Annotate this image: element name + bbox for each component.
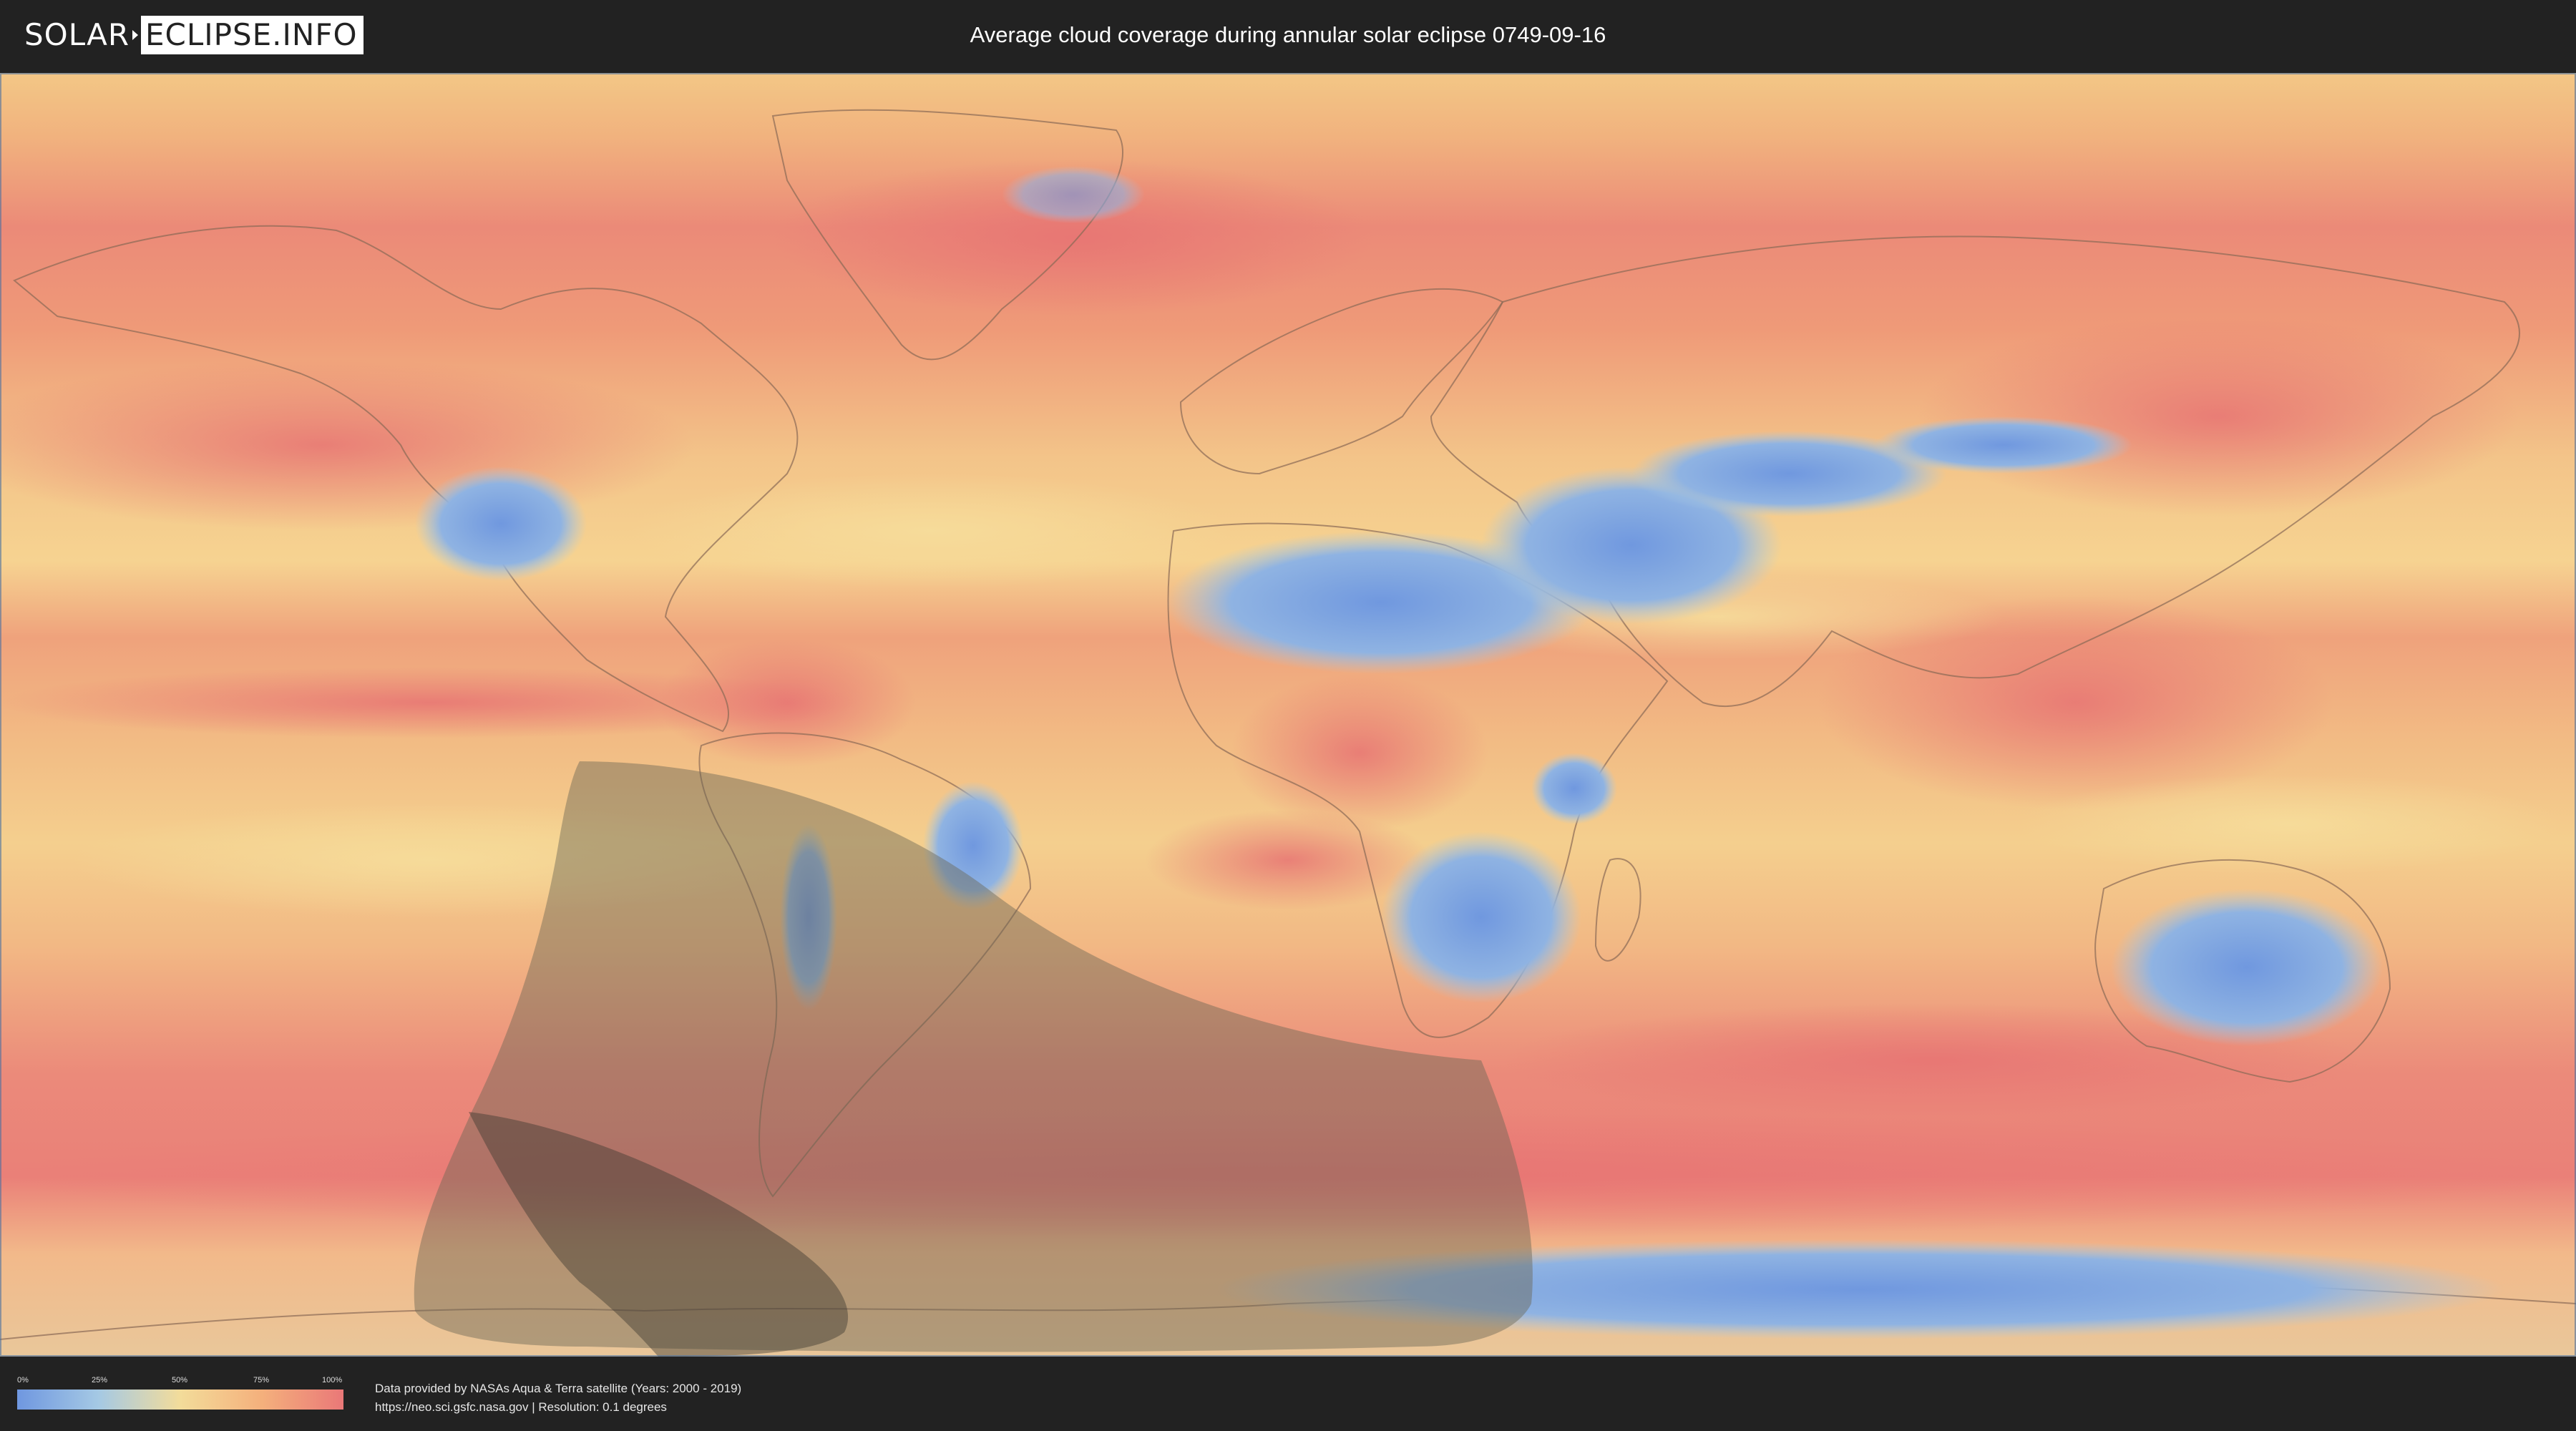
cloud-coverage-legend: 0% 25% 50% 75% 100% <box>17 1375 343 1415</box>
header: SOLAR ECLIPSE.INFO Average cloud coverag… <box>0 0 2576 72</box>
data-credits: Data provided by NASAs Aqua & Terra sate… <box>375 1379 741 1417</box>
logo-text-eclipse-info: ECLIPSE.INFO <box>141 16 364 54</box>
cloud-coverage-map <box>0 73 2576 1357</box>
site-logo[interactable]: SOLAR ECLIPSE.INFO <box>24 16 364 54</box>
page: SOLAR ECLIPSE.INFO Average cloud coverag… <box>0 0 2576 1431</box>
legend-tick-100: 100% <box>322 1376 343 1384</box>
page-title-text: Average cloud coverage during annular so… <box>970 22 1606 47</box>
credit-line-source: Data provided by NASAs Aqua & Terra sate… <box>375 1382 742 1395</box>
legend-tick-0: 0% <box>17 1376 29 1384</box>
legend-tick-25: 25% <box>92 1376 108 1384</box>
legend-color-scale <box>17 1390 343 1410</box>
legend-tick-75: 75% <box>253 1376 270 1384</box>
world-map-svg <box>0 73 2576 1357</box>
credit-line-url[interactable]: https://neo.sci.gsfc.nasa.gov | Resoluti… <box>375 1398 741 1417</box>
logo-eclipse-mark-icon <box>130 16 141 54</box>
legend-tick-50: 50% <box>172 1376 188 1384</box>
footer: 0% 25% 50% 75% 100% Data provided by NAS… <box>0 1359 2576 1431</box>
logo-text-solar: SOLAR <box>24 17 130 52</box>
